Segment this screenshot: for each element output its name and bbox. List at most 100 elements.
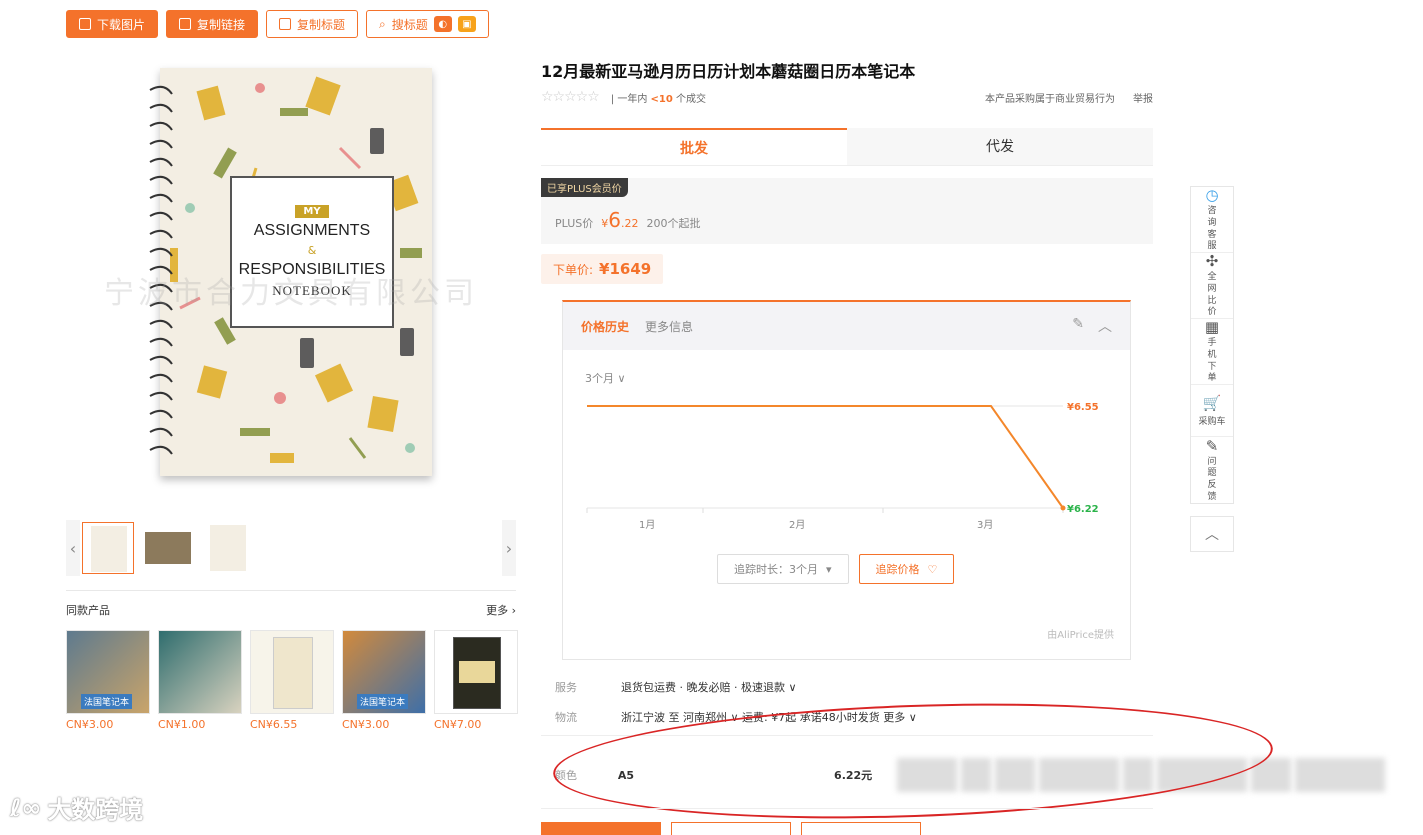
report-link[interactable]: 举报 bbox=[1133, 90, 1153, 105]
thumb-prev-button[interactable]: ‹ bbox=[66, 520, 80, 576]
tab-price-history[interactable]: 价格历史 bbox=[581, 318, 629, 335]
data-point-last bbox=[1060, 505, 1066, 511]
left-divider bbox=[66, 590, 516, 591]
similar-item-price: CN¥6.55 bbox=[250, 718, 298, 731]
logistics-value[interactable]: 浙江宁波 至 河南郑州 ∨ 运费: ¥7起 承诺48小时发货 更多 ∨ bbox=[621, 709, 917, 725]
edit-icon: ✎ bbox=[1205, 436, 1219, 455]
heart-icon: ♡ bbox=[927, 562, 938, 576]
similar-item[interactable]: CN¥6.55 bbox=[250, 630, 334, 731]
thumbnail-2[interactable] bbox=[142, 522, 194, 574]
product-title: 12月最新亚马逊月历日历计划本蘑菇圈日历本笔记本 bbox=[541, 62, 916, 81]
clock-icon: ◷ bbox=[1205, 186, 1219, 205]
sidebar-item-feedback[interactable]: ✎ 问题反馈 bbox=[1191, 437, 1233, 503]
tab-wholesale[interactable]: 批发 bbox=[541, 128, 847, 165]
label-high: ¥6.55 bbox=[1067, 402, 1099, 413]
trade-notice: 本产品采购属于商业贸易行为 bbox=[985, 93, 1115, 105]
buy-now-button[interactable] bbox=[541, 822, 661, 835]
similar-item-image: 法国笔记本 bbox=[66, 630, 150, 714]
download-image-label: 下载图片 bbox=[97, 17, 146, 32]
similar-item[interactable]: CN¥7.00 bbox=[434, 630, 518, 731]
track-price-button[interactable]: 追踪价格 ♡ bbox=[858, 554, 955, 584]
logistics-row: 物流 浙江宁波 至 河南郑州 ∨ 运费: ¥7起 承诺48小时发货 更多 ∨ bbox=[555, 709, 917, 725]
plus-price-box: 已享PLUS会员价 PLUS价 ¥6.22 200个起批 bbox=[541, 178, 1153, 244]
variant-name: A5 bbox=[617, 768, 635, 782]
purchase-tabs: 批发 代发 bbox=[541, 128, 1153, 166]
dropship-button[interactable] bbox=[801, 822, 921, 835]
copy-title-label: 复制标题 bbox=[297, 17, 346, 32]
edit-icon[interactable]: ✎ bbox=[1072, 316, 1084, 336]
bottom-action-buttons bbox=[541, 822, 1153, 835]
cover-amp: & bbox=[307, 244, 317, 257]
price-history-actions: 追踪时长：3个月 ▾ 追踪价格 ♡ bbox=[717, 554, 955, 584]
similar-item-image bbox=[250, 630, 334, 714]
collapse-icon[interactable]: ︿ bbox=[1098, 316, 1112, 336]
add-cart-button[interactable] bbox=[671, 822, 791, 835]
floating-sidebar: ◷ 咨询客服 ✣ 全网比价 ▦ 手机下单 🛒 采购车 ✎ 问题反馈 bbox=[1190, 186, 1234, 504]
right-divider bbox=[541, 735, 1153, 736]
sidebar-item-mobile-order[interactable]: ▦ 手机下单 bbox=[1191, 318, 1233, 385]
quantity-stepper[interactable] bbox=[897, 758, 1385, 792]
similar-item-price: CN¥1.00 bbox=[158, 718, 206, 731]
company-watermark: 宁波市合力文具有限公司 bbox=[104, 276, 478, 311]
service-row: 服务 退货包运费 · 晚发必赔 · 极速退款 ∨ bbox=[555, 679, 797, 695]
sidebar-item-compare[interactable]: ✣ 全网比价 bbox=[1191, 252, 1233, 319]
brand-logo-icon: ℓ∞ bbox=[10, 793, 42, 822]
order-price: 下单价: ¥1649 bbox=[541, 254, 664, 284]
thumbnail-carousel: ‹ › bbox=[66, 520, 516, 576]
logistics-label: 物流 bbox=[555, 711, 577, 724]
similar-item-price: CN¥3.00 bbox=[66, 718, 114, 731]
sales-info: | 一年内 <10 个成交 bbox=[610, 93, 706, 105]
tab-more-info[interactable]: 更多信息 bbox=[645, 318, 693, 335]
search-title-label: 搜标题 bbox=[391, 17, 428, 32]
similar-item-price: CN¥3.00 bbox=[342, 718, 390, 731]
copy-link-button[interactable]: 复制链接 bbox=[166, 10, 259, 38]
brand-watermark: ℓ∞ 大数跨境 bbox=[10, 793, 144, 825]
variant-price: 6.22元 bbox=[834, 769, 873, 782]
provider-note: 由AliPrice提供 bbox=[1047, 630, 1114, 641]
thumbnail-3[interactable] bbox=[202, 522, 254, 574]
price-history-panel: 价格历史 更多信息 ✎ ︿ 3个月 ∨ ¥6.55 ¥6.22 1月 2月 3月 追踪时… bbox=[562, 300, 1131, 660]
similar-products-title: 同款产品 bbox=[66, 604, 110, 617]
plus-label: PLUS价 bbox=[555, 217, 594, 230]
copy-icon bbox=[279, 18, 292, 30]
search-icon: ⌕ bbox=[379, 16, 386, 31]
tab-dropship[interactable]: 代发 bbox=[847, 128, 1153, 165]
puzzle-icon: ✣ bbox=[1205, 252, 1219, 271]
similar-item[interactable]: CN¥1.00 bbox=[158, 630, 242, 731]
top-toolbar: 下载图片 复制链接 复制标题 ⌕ 搜标题 ◐ ▣ bbox=[66, 10, 489, 38]
plus-price: ¥6.22 bbox=[601, 208, 639, 232]
plus-moq: 200个起批 bbox=[646, 217, 701, 230]
order-price-label: 下单价: bbox=[553, 262, 594, 277]
copy-title-button[interactable]: 复制标题 bbox=[266, 10, 359, 38]
label-low: ¥6.22 bbox=[1067, 504, 1099, 515]
similar-item-image bbox=[158, 630, 242, 714]
x-tick-label: 1月 bbox=[639, 519, 655, 531]
similar-item-image bbox=[434, 630, 518, 714]
alibaba-logo-icon[interactable]: ◐ bbox=[433, 16, 452, 32]
service-label: 服务 bbox=[555, 681, 577, 694]
range-selector[interactable]: 3个月 ∨ bbox=[585, 370, 626, 386]
thumbnail-1[interactable] bbox=[82, 522, 134, 574]
thumb-next-button[interactable]: › bbox=[502, 520, 516, 576]
image-icon bbox=[79, 18, 91, 30]
service-value[interactable]: 退货包运费 · 晚发必赔 · 极速退款 ∨ bbox=[621, 679, 797, 695]
marketplace-logo-icon[interactable]: ▣ bbox=[457, 16, 476, 32]
x-tick-label: 3月 bbox=[977, 519, 993, 531]
series-line bbox=[587, 405, 1064, 509]
scroll-top-button[interactable]: ︿ bbox=[1190, 516, 1234, 552]
sidebar-item-cart[interactable]: 🛒 采购车 bbox=[1191, 385, 1233, 437]
similar-item[interactable]: 法国笔记本 CN¥3.00 bbox=[342, 630, 426, 731]
link-icon bbox=[179, 18, 192, 30]
search-title-button[interactable]: ⌕ 搜标题 ◐ ▣ bbox=[366, 10, 489, 38]
download-image-button[interactable]: 下载图片 bbox=[66, 10, 159, 38]
similar-products-list: 法国笔记本 CN¥3.00 CN¥1.00 CN¥6.55 法国笔记本 CN¥3… bbox=[66, 630, 518, 731]
similar-products-header: 同款产品 更多 › bbox=[66, 602, 516, 618]
sidebar-item-customer-service[interactable]: ◷ 咨询客服 bbox=[1191, 186, 1233, 253]
rating-row: ☆☆☆☆☆ | 一年内 <10 个成交 本产品采购属于商业贸易行为 举报 bbox=[541, 89, 1153, 105]
similar-more-link[interactable]: 更多 › bbox=[486, 602, 516, 618]
similar-item[interactable]: 法国笔记本 CN¥3.00 bbox=[66, 630, 150, 731]
rating-stars-icon: ☆☆☆☆☆ bbox=[541, 89, 600, 105]
price-history-header: 价格历史 更多信息 ✎ ︿ bbox=[563, 302, 1130, 350]
track-duration-select[interactable]: 追踪时长：3个月 ▾ bbox=[717, 554, 849, 584]
right-divider-2 bbox=[541, 808, 1153, 809]
